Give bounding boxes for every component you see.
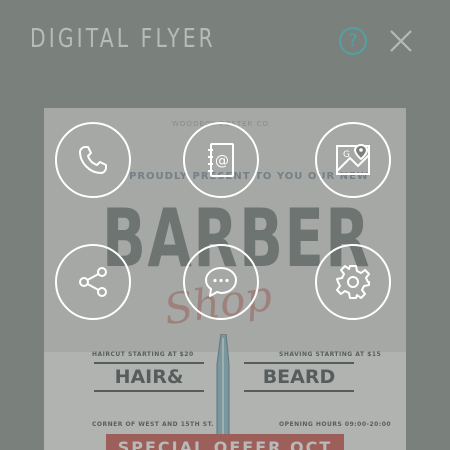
map-icon: G — [336, 143, 370, 175]
svg-text:G: G — [343, 150, 350, 160]
address-book-icon: @ — [208, 143, 234, 177]
chat-icon — [205, 267, 237, 297]
settings-button[interactable] — [315, 244, 391, 320]
call-button[interactable] — [55, 122, 131, 198]
share-icon — [79, 267, 107, 297]
location-button[interactable]: G — [315, 122, 391, 198]
svg-text:@: @ — [215, 153, 229, 169]
message-button[interactable] — [183, 244, 259, 320]
gear-icon — [336, 265, 370, 299]
action-grid: @ G — [0, 0, 450, 450]
contacts-button[interactable]: @ — [183, 122, 259, 198]
share-button[interactable] — [55, 244, 131, 320]
phone-icon — [79, 146, 107, 174]
